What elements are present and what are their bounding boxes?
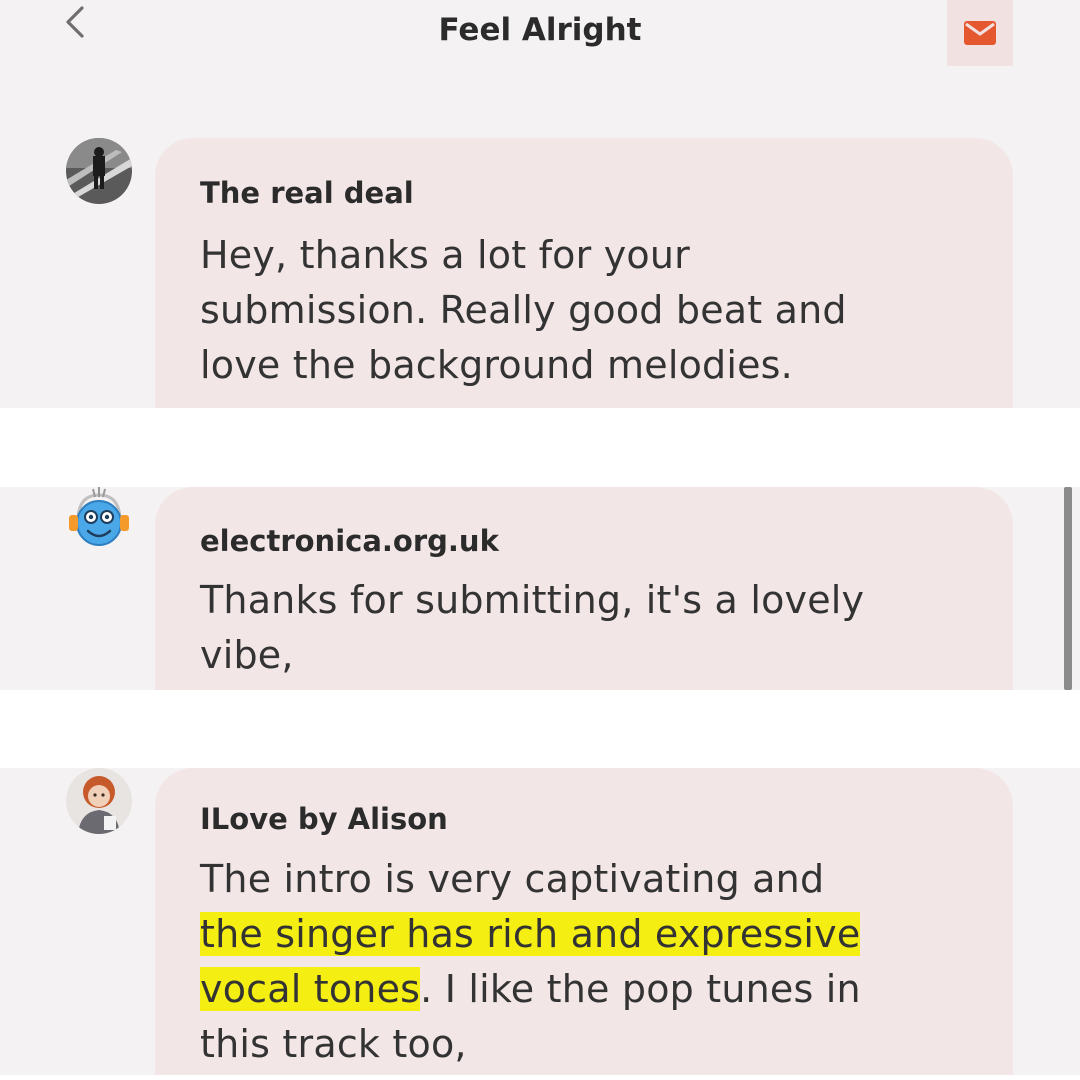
comment-line: love the background melodies. (200, 343, 793, 387)
comment-author[interactable]: The real deal (200, 176, 414, 210)
comment-panel-2: electronica.org.uk Thanks for submitting… (0, 487, 1080, 690)
comment-text: Hey, thanks a lot for your submission. R… (200, 228, 980, 393)
comment-line: Hey, thanks a lot for your (200, 233, 690, 277)
comment-line: Thanks for submitting, it's a lovely (200, 578, 865, 622)
comment-text-fragment: . I like the pop tunes in (420, 967, 861, 1011)
comment-line: The intro is very captivating and (200, 857, 825, 901)
comment-text: Thanks for submitting, it's a lovely vib… (200, 573, 980, 683)
comment-line: submission. Really good beat and (200, 288, 847, 332)
avatar[interactable] (66, 138, 132, 204)
comment-line: this track too, (200, 1022, 467, 1066)
highlighted-text: vocal tones (200, 967, 421, 1011)
avatar-photo (66, 768, 132, 834)
comment-text: The intro is very captivating and the si… (200, 852, 980, 1072)
comment-panel-3: ILove by Alison The intro is very captiv… (0, 768, 1080, 1075)
top-bar: Feel Alright (0, 0, 1080, 98)
avatar-photo (66, 138, 132, 204)
page-title: Feel Alright (438, 12, 642, 48)
smiley-headphones-avatar (66, 487, 132, 553)
envelope-icon (964, 21, 996, 45)
highlighted-text: the singer has rich and expressive (200, 912, 861, 956)
comment-author[interactable]: electronica.org.uk (200, 524, 499, 558)
avatar[interactable] (66, 768, 132, 834)
message-button[interactable] (947, 0, 1013, 66)
comment-line: the singer has rich and expressive (200, 907, 980, 962)
scrollbar[interactable] (1064, 487, 1072, 690)
comment-author[interactable]: ILove by Alison (200, 802, 448, 836)
comment-line: vocal tones. I like the pop tunes in (200, 962, 980, 1017)
comment-line: vibe, (200, 633, 294, 677)
comment-panel-1: The real deal Hey, thanks a lot for your… (0, 98, 1080, 408)
avatar[interactable] (66, 487, 132, 553)
